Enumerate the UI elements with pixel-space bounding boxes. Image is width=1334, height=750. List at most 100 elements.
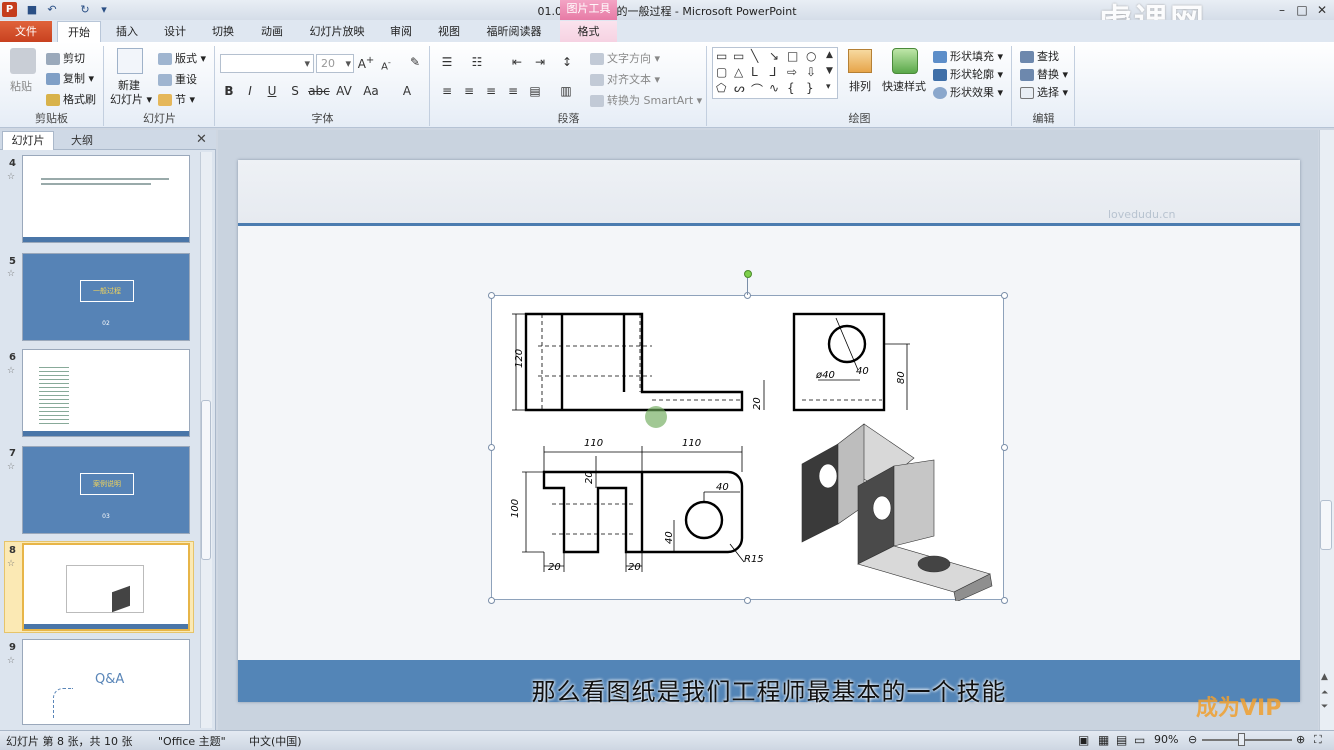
- zoom-slider-knob[interactable]: [1238, 733, 1245, 746]
- resize-handle-e[interactable]: [1001, 444, 1008, 451]
- elbow-connector-shape-icon[interactable]: ᒪ: [751, 65, 758, 79]
- slide-thumbnail-8[interactable]: [22, 543, 190, 631]
- align-left-icon[interactable]: ≡: [438, 84, 456, 98]
- quick-styles-button[interactable]: 快速样式: [882, 78, 926, 94]
- redo-icon[interactable]: ↻: [78, 3, 92, 17]
- align-text-button[interactable]: 对齐文本 ▾: [590, 71, 660, 87]
- font-size-combo[interactable]: 20 ▾: [316, 54, 354, 73]
- bold-icon[interactable]: B: [220, 84, 238, 98]
- tab-slideshow[interactable]: 幻灯片放映: [300, 21, 374, 42]
- convert-smartart-button[interactable]: 转换为 SmartArt ▾: [590, 92, 702, 108]
- slide-sorter-icon[interactable]: ▦: [1098, 733, 1109, 747]
- shape-fill-button[interactable]: 形状填充 ▾: [933, 48, 1003, 64]
- tab-animations[interactable]: 动画: [251, 21, 293, 42]
- tab-slides[interactable]: 幻灯片: [2, 131, 54, 150]
- gallery-scroll-down-icon[interactable]: ▼: [826, 66, 833, 76]
- slide-thumbnail-6[interactable]: [22, 349, 190, 437]
- rectangle-shape-icon[interactable]: □: [787, 49, 798, 63]
- select-button[interactable]: 选择 ▾: [1020, 84, 1068, 100]
- bullets-icon[interactable]: ☰: [438, 55, 456, 69]
- copy-button[interactable]: 复制 ▾: [46, 70, 94, 86]
- curve-shape-icon[interactable]: ∿: [769, 81, 779, 95]
- columns-icon[interactable]: ▥: [557, 84, 575, 98]
- right-arrow-shape-icon[interactable]: ⇨: [787, 65, 797, 79]
- tab-transitions[interactable]: 切换: [202, 21, 244, 42]
- reading-view-icon[interactable]: ▤: [1116, 733, 1127, 747]
- text-direction-button[interactable]: 文字方向 ▾: [590, 50, 660, 66]
- engineering-drawing-picture[interactable]: 120 20 ø40 40 80 110 110 20 100 40 40 20…: [491, 295, 1004, 601]
- shapes-gallery[interactable]: ▭ ▭ ╲ ↘ □ ○ ▢ △ ᒪ ᒧ ⇨ ⇩ ⬠ ᔕ ⌒ ∿ { } ▲ ▼ …: [712, 47, 838, 99]
- next-slide-icon[interactable]: ⏷: [1321, 702, 1328, 712]
- increase-indent-icon[interactable]: ⇥: [531, 55, 549, 69]
- slide-thumbnail-9[interactable]: Q&A: [22, 639, 190, 725]
- tab-insert[interactable]: 插入: [106, 21, 148, 42]
- tab-view[interactable]: 视图: [428, 21, 470, 42]
- paste-icon[interactable]: [10, 48, 36, 74]
- new-slide-icon[interactable]: [117, 48, 143, 74]
- format-painter-button[interactable]: 格式刷: [46, 91, 96, 107]
- left-brace-shape-icon[interactable]: {: [787, 81, 795, 95]
- clear-format-icon[interactable]: ✎: [406, 55, 424, 69]
- align-right-icon[interactable]: ≡: [482, 84, 500, 98]
- customize-toolbar-icon[interactable]: ▾: [97, 3, 111, 17]
- triangle-shape-icon[interactable]: △: [734, 65, 743, 79]
- grow-font-icon[interactable]: A+: [357, 55, 375, 71]
- arrange-icon[interactable]: [848, 49, 872, 73]
- close-icon[interactable]: ✕: [1312, 2, 1332, 18]
- align-center-icon[interactable]: ≡: [460, 84, 478, 98]
- resize-handle-se[interactable]: [1001, 597, 1008, 604]
- minimize-icon[interactable]: –: [1272, 2, 1292, 18]
- prev-slide-icon[interactable]: ⏶: [1321, 688, 1328, 698]
- resize-handle-nw[interactable]: [488, 292, 495, 299]
- tab-format[interactable]: 格式: [560, 21, 617, 42]
- shrink-font-icon[interactable]: A-: [377, 57, 395, 72]
- fit-to-window-icon[interactable]: ⛶: [1314, 733, 1322, 747]
- zoom-slider[interactable]: [1202, 739, 1292, 741]
- arc-shape-icon[interactable]: ⌒: [751, 81, 763, 98]
- replace-button[interactable]: 替换 ▾: [1020, 66, 1068, 82]
- canvas-scrollbar[interactable]: [1319, 130, 1334, 730]
- zoom-in-icon[interactable]: ⊕: [1296, 733, 1305, 746]
- tab-outline[interactable]: 大纲: [58, 132, 106, 150]
- canvas-scrollbar-thumb[interactable]: [1320, 500, 1332, 550]
- arrange-button[interactable]: 排列: [849, 78, 871, 94]
- font-name-combo[interactable]: ▾: [220, 54, 314, 73]
- normal-view-icon[interactable]: ▣: [1078, 733, 1089, 747]
- italic-icon[interactable]: I: [241, 84, 259, 98]
- tab-design[interactable]: 设计: [154, 21, 196, 42]
- cut-button[interactable]: 剪切: [46, 50, 85, 66]
- font-color-icon[interactable]: A: [398, 84, 416, 98]
- elbow-arrow-shape-icon[interactable]: ᒧ: [769, 65, 776, 79]
- quick-styles-icon[interactable]: [892, 48, 918, 74]
- tab-foxit-reader[interactable]: 福昕阅读器: [476, 21, 552, 42]
- shape-effects-button[interactable]: 形状效果 ▾: [933, 84, 1003, 100]
- vip-badge[interactable]: 成为VIP: [1196, 690, 1281, 722]
- paste-button[interactable]: 粘贴: [10, 78, 32, 94]
- down-arrow-shape-icon[interactable]: ⇩: [806, 65, 816, 79]
- strikethrough-icon[interactable]: abc: [308, 84, 330, 98]
- tab-review[interactable]: 审阅: [380, 21, 422, 42]
- undo-icon[interactable]: ↶: [45, 3, 59, 17]
- rounded-rect-shape-icon[interactable]: ▢: [716, 65, 727, 79]
- slide-thumbnail-4[interactable]: [22, 155, 190, 243]
- distributed-icon[interactable]: ▤: [526, 84, 544, 98]
- gallery-scroll-up-icon[interactable]: ▲: [826, 50, 833, 60]
- reset-button[interactable]: 重设: [158, 71, 197, 87]
- resize-handle-w[interactable]: [488, 444, 495, 451]
- resize-handle-s[interactable]: [744, 597, 751, 604]
- right-brace-shape-icon[interactable]: }: [806, 81, 814, 95]
- vertical-textbox-shape-icon[interactable]: ▭: [733, 49, 744, 63]
- zoom-level[interactable]: 90%: [1154, 733, 1178, 746]
- gallery-more-icon[interactable]: ▾: [826, 82, 831, 92]
- pane-scrollbar-thumb[interactable]: [201, 400, 211, 560]
- language[interactable]: 中文(中国): [249, 733, 302, 749]
- scroll-up-icon[interactable]: ▲: [1321, 672, 1328, 682]
- shadow-icon[interactable]: S: [286, 84, 304, 98]
- justify-icon[interactable]: ≡: [504, 84, 522, 98]
- section-button[interactable]: 节 ▾: [158, 91, 195, 107]
- powerpoint-icon[interactable]: P: [2, 2, 17, 17]
- layout-button[interactable]: 版式 ▾: [158, 50, 206, 66]
- decrease-indent-icon[interactable]: ⇤: [508, 55, 526, 69]
- slide-thumbnail-7[interactable]: 案例说明 03: [22, 446, 190, 534]
- change-case-icon[interactable]: Aa: [360, 84, 382, 98]
